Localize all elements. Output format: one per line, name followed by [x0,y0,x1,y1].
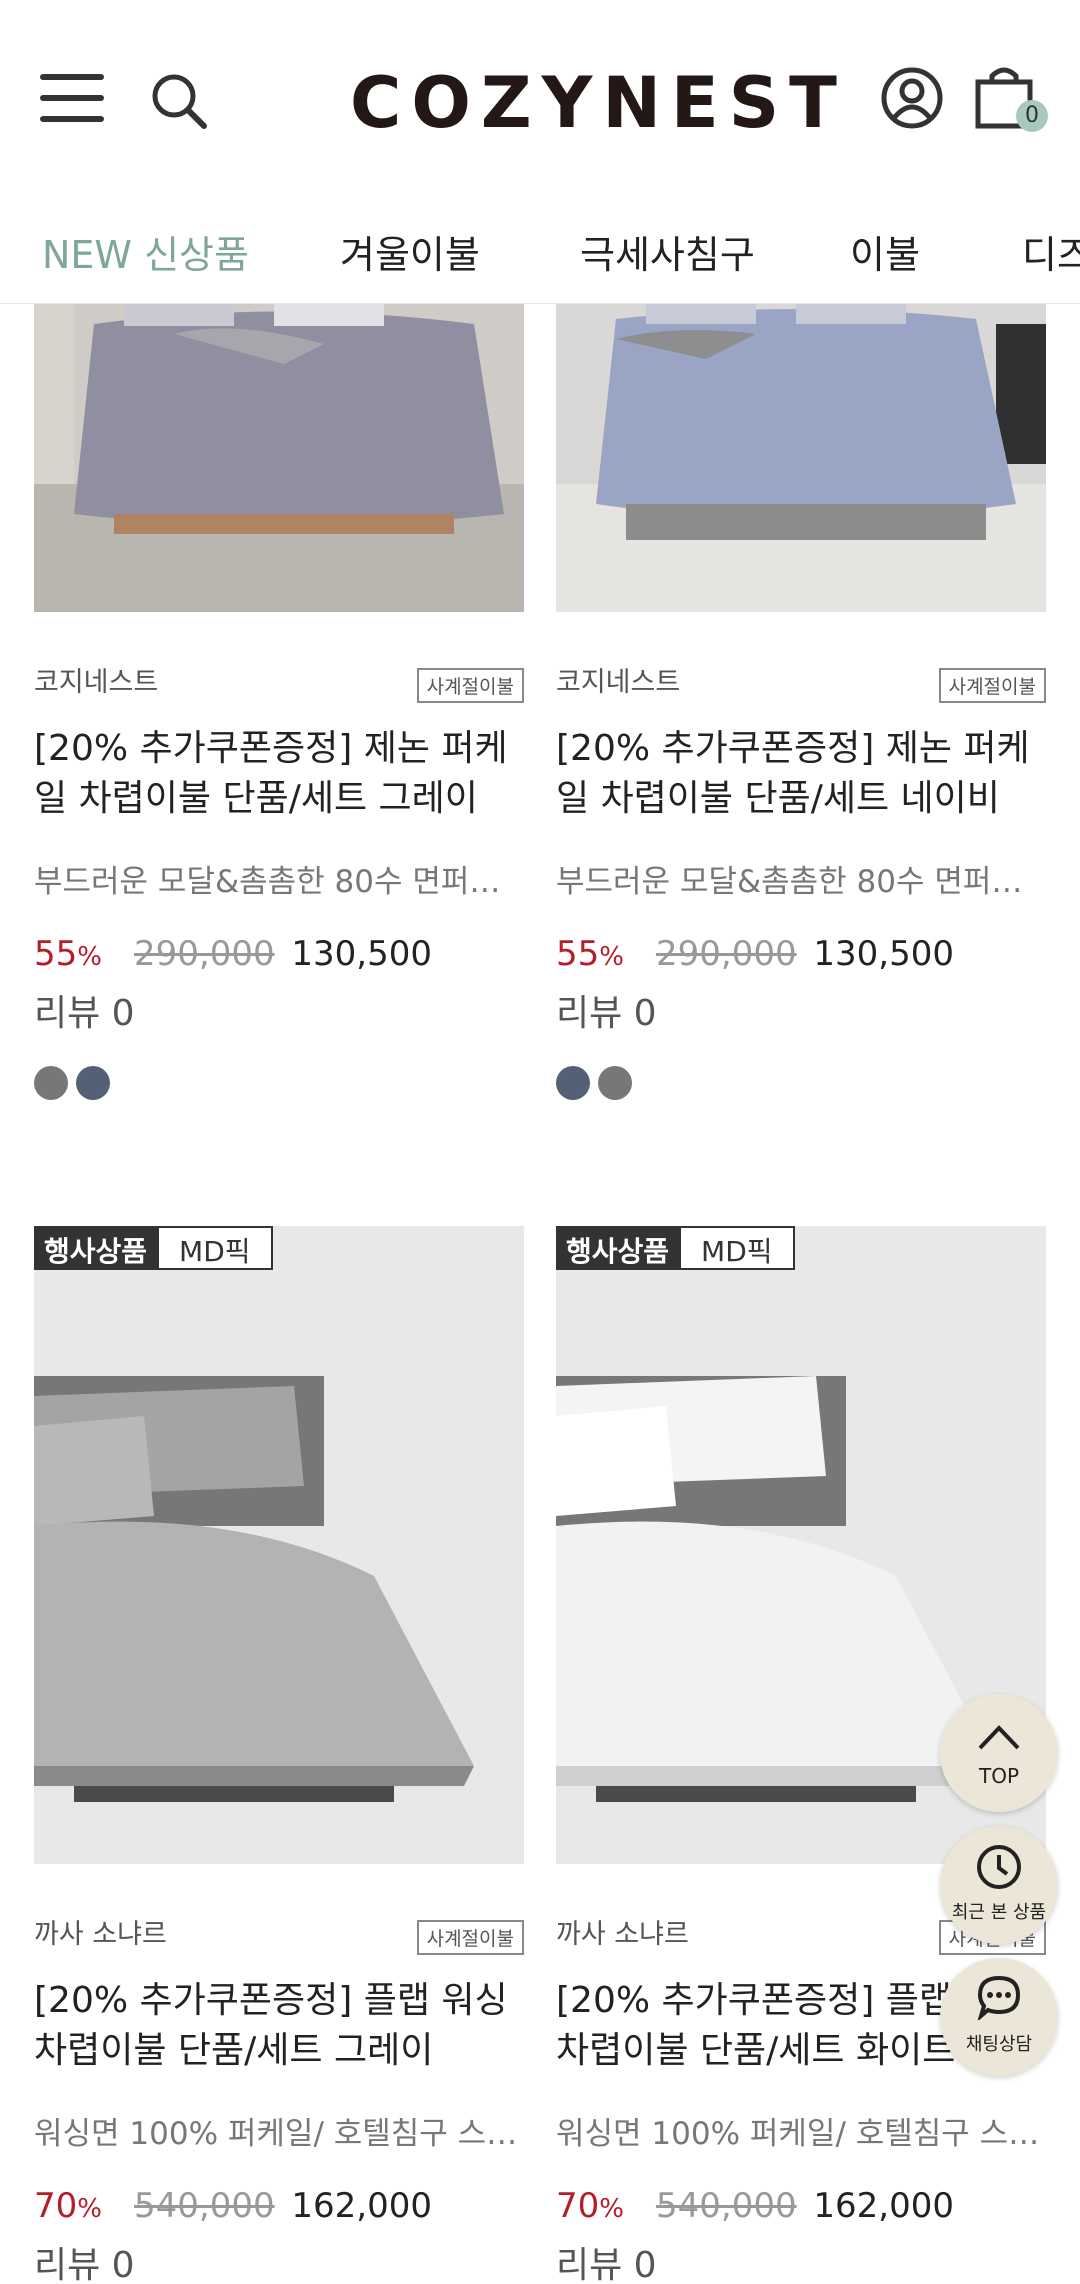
color-swatch-navy[interactable] [556,1066,590,1100]
category-tabs: NEW 신상품 겨울이불 극세사침구 이불 디즈 [0,200,1080,304]
product-description: 부드러운 모달&촘촘한 80수 면퍼케... [34,864,524,900]
product-description: 워싱면 100% 퍼케일/ 호텔침구 스타일 [556,2116,1046,2152]
price-line: 55% 290,000 130,500 [556,934,954,974]
product-card[interactable]: 코지네스트 사계절이불 [20% 추가쿠폰증정] 제논 퍼케일 차렵이불 단품/… [34,304,524,1124]
product-image[interactable] [556,304,1046,612]
product-badges: 행사상품 MD픽 [556,1226,795,1270]
sale-price: 130,500 [291,934,433,974]
app-header: COZYNEST 0 [0,0,1080,200]
recent-products-label: 최근 본 상품 [951,1902,1047,1923]
product-image[interactable] [34,304,524,612]
product-title[interactable]: [20% 추가쿠폰증정] 제논 퍼케일 차렵이불 단품/세트 네이비 [556,724,1051,824]
event-badge: 행사상품 [556,1226,680,1270]
discount-rate: 55% [34,934,102,974]
account-icon[interactable] [880,66,944,130]
brand-name: 까사 소냐르 [556,1919,689,1950]
brand-name: 코지네스트 [34,667,159,698]
tab-new[interactable]: NEW 신상품 [42,224,249,279]
review-count: 리뷰 0 [556,993,657,1034]
product-card[interactable]: 행사상품 MD픽 까사 소냐르 사계절이불 [20% 추가쿠폰증정] 플랩 워싱… [34,1226,524,2284]
chat-bubble-icon [977,1975,1021,2020]
season-badge: 사계절이불 [416,668,524,703]
review-count: 리뷰 0 [34,2245,135,2284]
product-description: 워싱면 100% 퍼케일/ 호텔침구 스타일 [34,2116,524,2152]
scroll-top-button[interactable]: TOP [940,1694,1058,1812]
color-swatch-navy[interactable] [76,1066,110,1100]
color-swatch-gray[interactable] [598,1066,632,1100]
original-price: 540,000 [655,2186,797,2226]
tab-design[interactable]: 디즈 [1022,224,1080,279]
brand-name: 코지네스트 [556,667,681,698]
tab-microfiber-bedding[interactable]: 극세사침구 [580,224,755,279]
original-price: 540,000 [133,2186,275,2226]
clock-icon [977,1845,1021,1889]
product-description: 부드러운 모달&촘촘한 80수 면퍼케... [556,864,1046,900]
chat-button[interactable]: 채팅상담 [940,1958,1058,2076]
color-swatch-gray[interactable] [34,1066,68,1100]
product-title[interactable]: [20% 추가쿠폰증정] 플랩 워싱 차렵이불 단품/세트 그레이 [34,1976,529,2076]
discount-rate: 70% [34,2186,102,2226]
search-icon[interactable] [150,72,208,130]
logo[interactable]: COZYNEST [350,62,847,144]
sale-price: 162,000 [813,2186,955,2226]
chevron-up-icon [978,1725,1020,1750]
review-count: 리뷰 0 [34,993,135,1034]
scroll-top-label: TOP [978,1764,1020,1788]
md-pick-badge: MD픽 [157,1226,273,1270]
season-badge: 사계절이불 [416,1920,524,1955]
price-line: 70% 540,000 162,000 [556,2186,954,2226]
cart-count-badge: 0 [1016,100,1048,132]
product-image[interactable] [34,1226,524,1864]
sale-price: 162,000 [291,2186,433,2226]
brand-name: 까사 소냐르 [34,1919,167,1950]
season-badge: 사계절이불 [938,668,1046,703]
recent-products-button[interactable]: 최근 본 상품 [940,1826,1058,1944]
discount-rate: 70% [556,2186,624,2226]
original-price: 290,000 [133,934,275,974]
review-count: 리뷰 0 [556,2245,657,2284]
discount-rate: 55% [556,934,624,974]
tab-duvet[interactable]: 이불 [850,224,920,279]
md-pick-badge: MD픽 [679,1226,795,1270]
sale-price: 130,500 [813,934,955,974]
product-badges: 행사상품 MD픽 [34,1226,273,1270]
tab-winter-duvet[interactable]: 겨울이불 [340,224,480,279]
chat-label: 채팅상담 [965,2034,1033,2055]
menu-icon[interactable] [40,74,104,124]
product-title[interactable]: [20% 추가쿠폰증정] 제논 퍼케일 차렵이불 단품/세트 그레이 [34,724,529,824]
original-price: 290,000 [655,934,797,974]
price-line: 70% 540,000 162,000 [34,2186,432,2226]
product-card[interactable]: 코지네스트 사계절이불 [20% 추가쿠폰증정] 제논 퍼케일 차렵이불 단품/… [556,304,1046,1124]
event-badge: 행사상품 [34,1226,158,1270]
price-line: 55% 290,000 130,500 [34,934,432,974]
